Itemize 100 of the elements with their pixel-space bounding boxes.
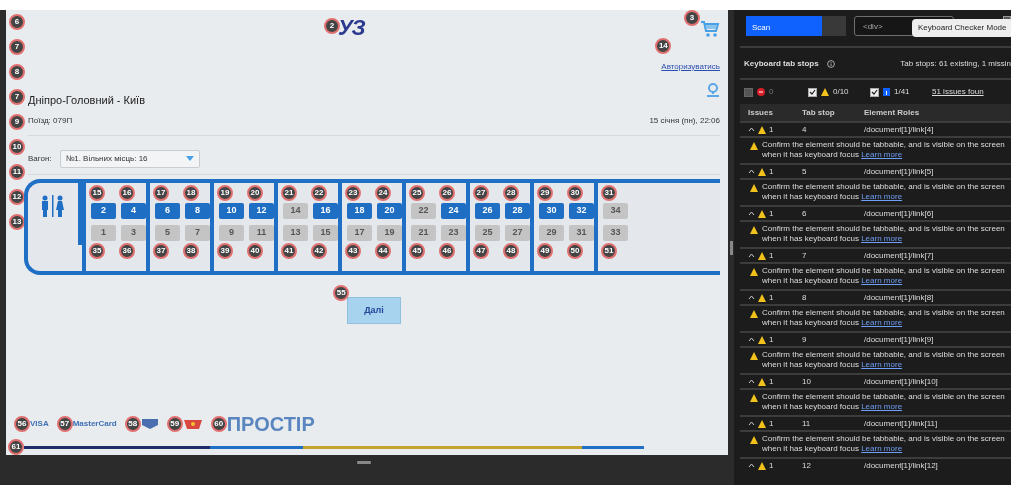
tab-stop-marker: 17 xyxy=(153,184,169,201)
filter-count: 1/41 xyxy=(894,86,910,98)
tab-stop-marker: 16 xyxy=(119,184,135,201)
issue-message: Confirm the element should be tabbable, and is visible on the screen when it has keyboard focus Learn more xyxy=(762,266,1005,285)
tab-stop-marker: 43 xyxy=(345,242,361,259)
tab-stop-marker: 46 xyxy=(439,242,455,259)
tab-stop-number: 8 xyxy=(802,292,807,302)
issue-count: 1 xyxy=(769,207,774,220)
filter-count: 0/10 xyxy=(833,86,849,98)
issue-message: Confirm the element should be tabbable, and is visible on the screen when it has keyboard focus Learn more xyxy=(762,224,1005,243)
tab-stop-number: 9 xyxy=(802,334,807,344)
tab-stop-number: 6 xyxy=(802,208,807,218)
issue-count: 1 xyxy=(769,459,774,472)
tab-stop-marker: 36 xyxy=(119,242,135,259)
tab-stop-marker: 18 xyxy=(183,184,199,201)
filter-count: 0 xyxy=(769,86,774,98)
tab-stop-marker: 24 xyxy=(375,184,391,201)
tab-stop-marker: 44 xyxy=(375,242,391,259)
issue-message: Confirm the element should be tabbable, and is visible on the screen when it has keyboard focus Learn more xyxy=(762,392,1005,411)
tab-stop-number: 4 xyxy=(802,124,807,134)
element-role-path: /document[1]/link[11] xyxy=(864,418,938,428)
tab-stop-marker: 37 xyxy=(153,242,169,259)
issue-count: 1 xyxy=(769,417,774,430)
train-number: Поїзд: 079П xyxy=(28,114,74,127)
element-role-path: /document[1]/link[12] xyxy=(864,460,938,470)
tab-stop-marker: 39 xyxy=(217,242,233,259)
element-role-path: /document[1]/link[5] xyxy=(864,166,934,176)
tab-stop-marker: 51 xyxy=(601,242,617,259)
tab-stop-marker: 22 xyxy=(311,184,327,201)
tab-stop-marker: 31 xyxy=(601,184,617,201)
tab-stop-marker: 60 xyxy=(210,416,227,432)
issue-count: 1 xyxy=(769,291,774,304)
tab-stop-marker: 35 xyxy=(89,242,105,259)
tab-stop-marker: 23 xyxy=(345,184,361,201)
tab-stop-marker: 47 xyxy=(473,242,489,259)
issue-message: Confirm the element should be tabbable, and is visible on the screen when it has keyboard focus Learn more xyxy=(762,140,1005,159)
tab-stop-marker: 7 xyxy=(9,39,25,55)
element-role-path: /document[1]/link[8] xyxy=(864,292,934,302)
tab-stop-marker: 26 xyxy=(439,184,455,201)
tab-stop-number: 7 xyxy=(802,250,807,260)
tab-stop-marker: 9 xyxy=(9,114,25,130)
issue-message: Confirm the element should be tabbable, and is visible on the screen when it has keyboard focus Learn more xyxy=(762,308,1005,327)
issue-count: 1 xyxy=(769,375,774,388)
tab-stop-marker: 41 xyxy=(281,242,297,259)
column-header: Tab stop xyxy=(802,107,835,117)
tab-stop-marker: 42 xyxy=(311,242,327,259)
tab-stop-summary: Tab stops: 61 existing, 1 missin xyxy=(900,58,1011,70)
tab-stop-marker: 27 xyxy=(473,184,489,201)
issue-count: 1 xyxy=(769,165,774,178)
tab-stop-marker: 49 xyxy=(537,242,553,259)
tab-stop-marker: 10 xyxy=(9,139,25,155)
issue-message: Confirm the element should be tabbable, and is visible on the screen when it has keyboard focus Learn more xyxy=(762,434,1005,453)
tab-stop-marker: 20 xyxy=(247,184,263,201)
tooltip: Keyboard Checker Mode xyxy=(912,19,1011,37)
tab-stop-marker: 57 xyxy=(56,416,73,432)
panel-title: Keyboard tab stops xyxy=(744,58,819,70)
tab-stop-marker: 15 xyxy=(89,184,105,201)
tab-stop-marker: 55 xyxy=(333,284,350,301)
tab-stop-number: 11 xyxy=(802,418,811,428)
issue-count: 1 xyxy=(769,333,774,346)
tab-stop-marker: 29 xyxy=(537,184,553,201)
element-role-path: /document[1]/link[4] xyxy=(864,124,934,134)
tab-stop-number: 5 xyxy=(802,166,807,176)
issue-count: 1 xyxy=(769,123,774,136)
tab-stop-marker: 11 xyxy=(9,164,25,180)
element-role-path: /document[1]/link[10] xyxy=(864,376,938,386)
tab-stop-marker: 58 xyxy=(124,416,141,432)
issue-message: Confirm the element should be tabbable, and is visible on the screen when it has keyboard focus Learn more xyxy=(762,182,1005,201)
tab-stop-marker: 8 xyxy=(9,64,25,80)
departure-datetime: 15 січня (пн), 22:06 xyxy=(649,114,720,127)
tab-stop-marker: 40 xyxy=(247,242,263,259)
issue-message: Confirm the element should be tabbable, and is visible on the screen when it has keyboard focus Learn more xyxy=(762,350,1005,369)
tab-stop-marker: 61 xyxy=(8,439,24,455)
tab-stop-number: 12 xyxy=(802,460,811,470)
tab-stop-marker: 48 xyxy=(503,242,519,259)
tab-stop-marker: 50 xyxy=(567,242,583,259)
route-title: Дніпро-Головний - Київ xyxy=(28,93,145,108)
car-label: Вагон: xyxy=(28,152,52,165)
tab-stop-marker: 2 xyxy=(324,18,340,34)
tab-stop-marker: 21 xyxy=(281,184,297,201)
tab-stop-marker: 38 xyxy=(183,242,199,259)
tab-stop-marker: 59 xyxy=(166,416,183,432)
column-header: Element Roles xyxy=(864,107,920,117)
column-header: Issues xyxy=(748,106,773,119)
element-role-path: /document[1]/link[7] xyxy=(864,250,934,260)
tab-stop-marker: 7 xyxy=(9,89,25,105)
tab-stop-marker: 30 xyxy=(567,184,583,201)
tab-stop-marker: 13 xyxy=(9,214,25,230)
element-role-path: /document[1]/link[9] xyxy=(864,334,934,344)
element-role-path: /document[1]/link[6] xyxy=(864,208,934,218)
tab-stop-marker: 3 xyxy=(684,10,700,26)
tab-stop-marker: 45 xyxy=(409,242,425,259)
tab-stop-marker: 12 xyxy=(9,189,25,205)
issue-count: 1 xyxy=(769,249,774,262)
tab-stop-marker: 28 xyxy=(503,184,519,201)
tab-stop-marker: 56 xyxy=(14,416,30,432)
tab-stop-marker: 14 xyxy=(655,38,672,54)
tab-stop-marker: 19 xyxy=(217,184,233,201)
tab-stop-number: 10 xyxy=(802,376,811,386)
tab-stop-marker: 6 xyxy=(9,14,25,30)
